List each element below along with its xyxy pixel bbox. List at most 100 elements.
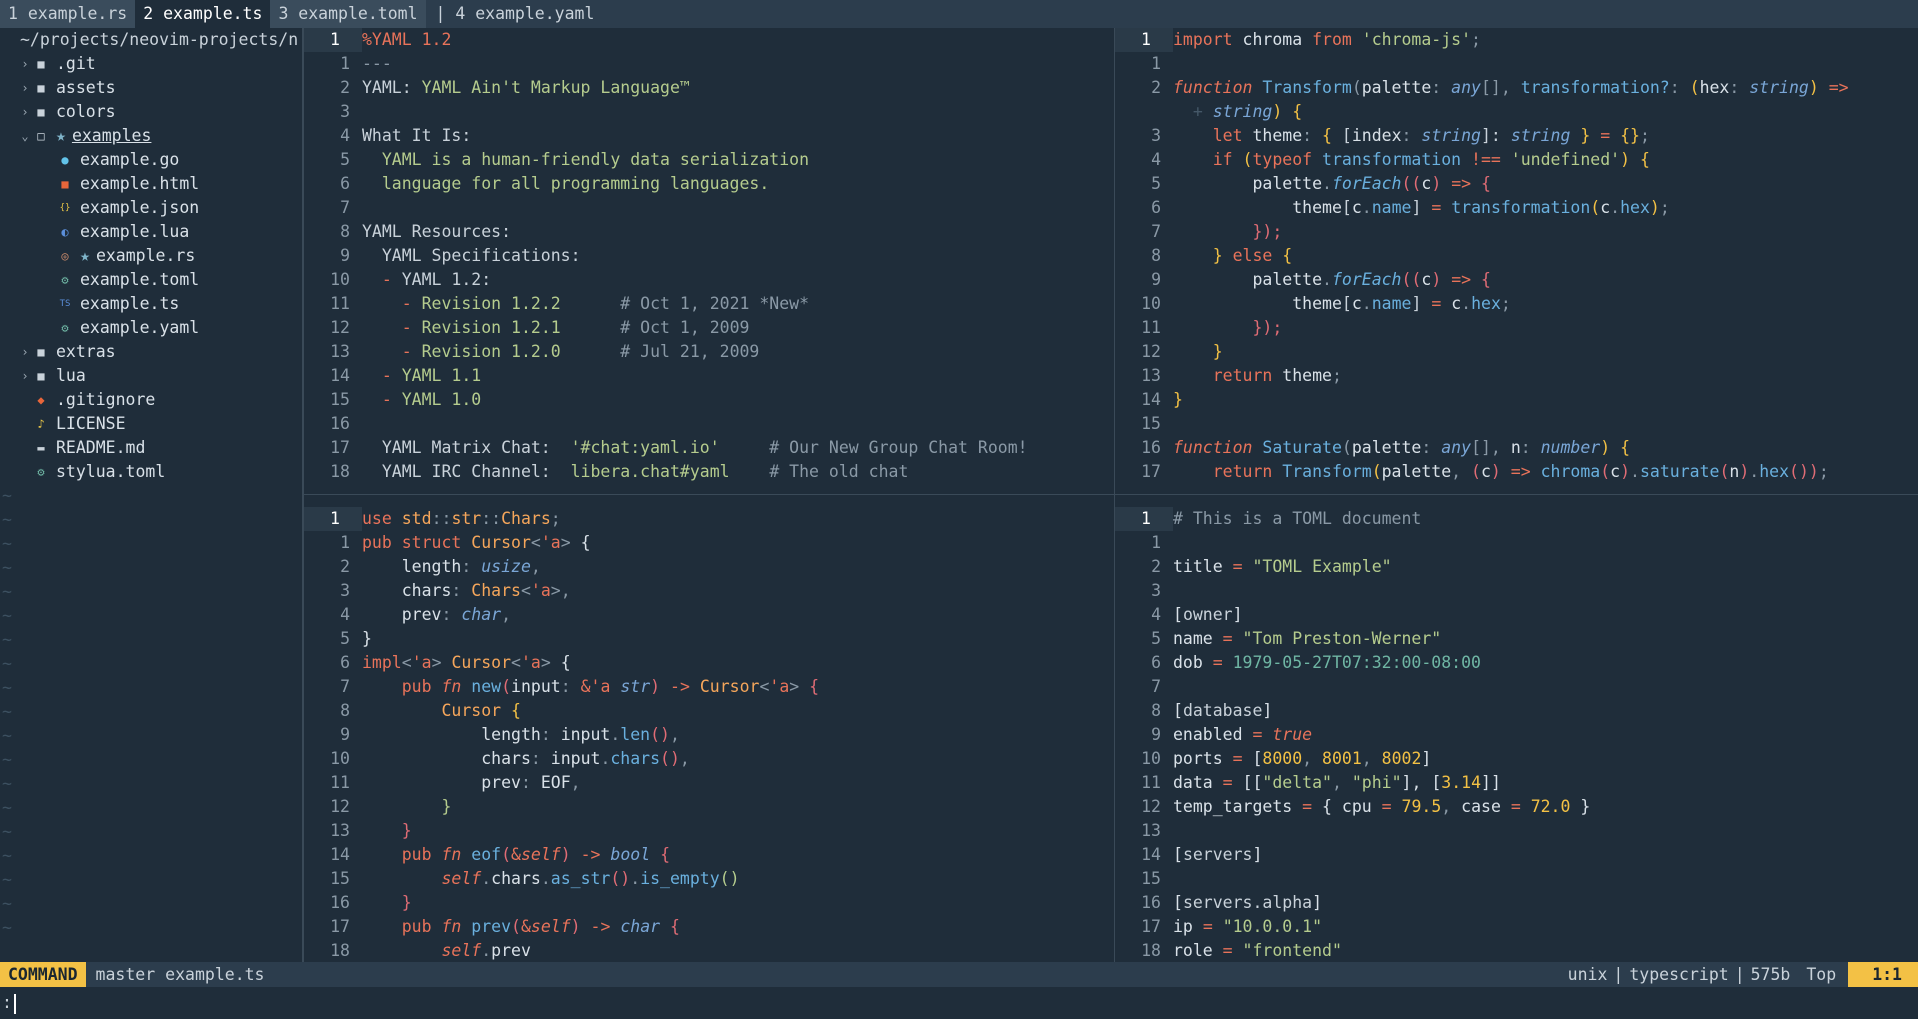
code-line: 14 [servers] [1115, 843, 1918, 867]
empty-line-marker: ~ [2, 798, 12, 817]
line-number: 13 [330, 342, 350, 361]
line-number: 7 [340, 677, 350, 696]
editor-pane-ts[interactable]: 1 import chroma from 'chroma-js'; 1 2 functi… [1115, 28, 1918, 494]
tree-file[interactable]: ◆ .gitignore [0, 388, 302, 412]
code-line: 15 [1115, 867, 1918, 891]
line-number: 10 [1141, 749, 1161, 768]
code-line: 15 - YAML 1.0 [304, 388, 1114, 412]
line-number: 5 [340, 629, 350, 648]
code-line: 17 ip = "10.0.0.1" [1115, 915, 1918, 939]
code-line: 1 import chroma from 'chroma-js'; [1115, 28, 1918, 52]
chevron-right-icon[interactable]: › [18, 340, 32, 364]
chevron-right-icon[interactable]: › [18, 76, 32, 100]
code-line: 10 chars: input.chars(), [304, 747, 1114, 771]
tree-file[interactable]: ● example.go [0, 148, 302, 172]
line-number: 7 [1151, 222, 1161, 241]
tree-folder[interactable]: › ■ .git [0, 52, 302, 76]
command-prompt: : [2, 993, 12, 1012]
tree-file[interactable]: TS example.ts [0, 292, 302, 316]
empty-line-marker: ~ [2, 870, 12, 889]
empty-line-marker: ~ [2, 630, 12, 649]
tree-file[interactable]: ♪ LICENSE [0, 412, 302, 436]
empty-line-marker: ~ [2, 918, 12, 937]
file-size: 575b [1750, 964, 1791, 984]
tree-item-label: example.ts [80, 294, 180, 313]
line-number: 11 [1141, 773, 1161, 792]
line-number: 1 [304, 507, 362, 531]
tab-example-toml[interactable]: 3 example.toml [270, 0, 426, 28]
tree-file[interactable]: {} example.json [0, 196, 302, 220]
tree-root-path[interactable]: ~/projects/neovim-projects/n [0, 28, 302, 52]
tree-file[interactable]: ⚙ example.toml [0, 268, 302, 292]
line-number: 18 [1141, 941, 1161, 960]
line-number: 5 [340, 150, 350, 169]
line-number: 17 [330, 917, 350, 936]
tree-folder[interactable]: › ■ lua [0, 364, 302, 388]
tree-folder[interactable]: › ■ extras [0, 340, 302, 364]
command-line[interactable]: : [0, 987, 1918, 1019]
editor-pane-toml[interactable]: 1 # This is a TOML document 1 2 title = "TOM… [1115, 507, 1918, 962]
tree-item-label: example.lua [80, 222, 190, 241]
text-cursor [13, 993, 16, 1014]
chevron-right-icon[interactable]: › [18, 364, 32, 388]
line-number: 1 [1151, 54, 1161, 73]
tree-file[interactable]: ⚙ stylua.toml [0, 460, 302, 484]
tab-example-ts[interactable]: 2 example.ts [135, 0, 271, 28]
line-number: 2 [340, 557, 350, 576]
code-line: 4 prev: char, [304, 603, 1114, 627]
line-number: 4 [1151, 605, 1161, 624]
tree-item-label: lua [56, 366, 86, 385]
empty-line-marker: ~ [2, 894, 12, 913]
horizontal-split[interactable] [304, 494, 1918, 495]
editor-pane-rs[interactable]: 1 use std::str::Chars; 1 pub struct Cursor<… [304, 507, 1114, 962]
code-line: 11 prev: EOF, [304, 771, 1114, 795]
tree-file[interactable]: ■ example.html [0, 172, 302, 196]
line-number: 11 [330, 773, 350, 792]
star-icon: ★ [56, 126, 66, 145]
line-number: 8 [340, 222, 350, 241]
tab-example-yaml[interactable]: 4 example.yaml [455, 0, 602, 28]
code-line: 3 let theme: { [index: string]: string }… [1115, 124, 1918, 148]
line-number: 4 [1151, 150, 1161, 169]
line-number: 14 [330, 366, 350, 385]
code-line: 11 }); [1115, 316, 1918, 340]
tree-item-label: example.rs [95, 246, 196, 265]
line-number: 16 [330, 893, 350, 912]
chevron-right-icon[interactable]: › [18, 100, 32, 124]
tree-folder[interactable]: › ■ assets [0, 76, 302, 100]
line-number: 9 [340, 725, 350, 744]
code-line: 1 # This is a TOML document [1115, 507, 1918, 531]
chevron-right-icon[interactable]: › [18, 52, 32, 76]
code-line: 9 enabled = true [1115, 723, 1918, 747]
code-text: ports = [8000, 8001, 8002] [1173, 749, 1432, 768]
tree-file[interactable]: ▬ README.md [0, 436, 302, 460]
code-text: YAML Resources: [362, 222, 512, 241]
chevron-down-icon[interactable]: ⌄ [18, 124, 32, 148]
code-line: 13 - Revision 1.2.0 # Jul 21, 2009 [304, 340, 1114, 364]
code-text: %YAML 1.2 [362, 30, 452, 49]
editor-pane-yaml[interactable]: 1 %YAML 1.2 1 --- 2 YAML: YAML Ain't Markup L… [304, 28, 1114, 494]
line-number: 14 [1141, 845, 1161, 864]
tree-item-label: example.go [80, 150, 180, 169]
code-text: temp_targets = { cpu = 79.5, case = 72.0… [1173, 797, 1591, 816]
empty-line-marker: ~ [2, 654, 12, 673]
tab-example-rs[interactable]: 1 example.rs [0, 0, 136, 28]
line-number: 17 [1141, 917, 1161, 936]
code-text: function Transform(palette: any[], trans… [1173, 78, 1849, 97]
code-text: if (typeof transformation !== 'undefined… [1173, 150, 1650, 169]
code-text: dob = 1979-05-27T07:32:00-08:00 [1173, 653, 1481, 672]
code-text: title = "TOML Example" [1173, 557, 1392, 576]
tree-file[interactable]: ⚙ example.yaml [0, 316, 302, 340]
tree-folder[interactable]: › ■ colors [0, 100, 302, 124]
tree-file[interactable]: ◐ example.lua [0, 220, 302, 244]
line-number [1115, 100, 1173, 124]
html-icon: ■ [61, 177, 69, 191]
tree-file[interactable]: ◎ ★ example.rs [0, 244, 302, 268]
line-number: 10 [330, 270, 350, 289]
tree-folder[interactable]: ⌄ □ ★ examples [0, 124, 302, 148]
line-number: 15 [330, 869, 350, 888]
